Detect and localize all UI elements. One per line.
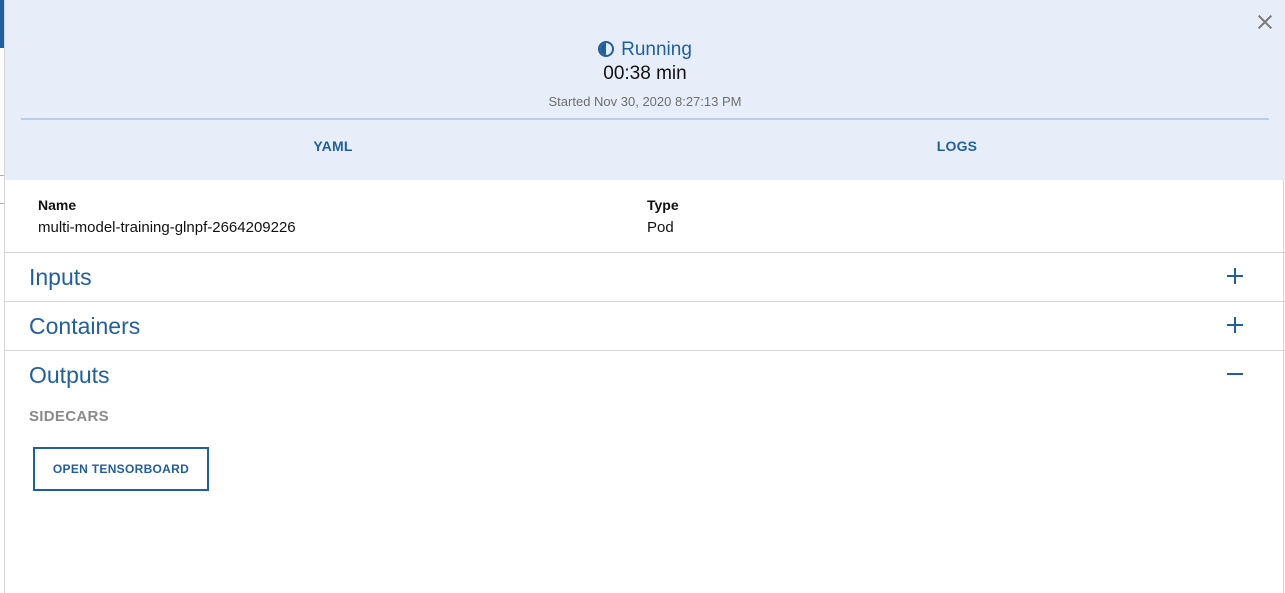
status-line: Running <box>5 38 1285 62</box>
minus-icon[interactable] <box>1227 366 1243 382</box>
type-value: Pod <box>647 219 674 236</box>
section-title: Outputs <box>29 362 110 388</box>
node-info: Name multi-model-training-glnpf-26642092… <box>5 180 1285 252</box>
status-label: Running <box>621 39 692 60</box>
open-tensorboard-button[interactable]: OPEN TENSORBOARD <box>33 447 209 491</box>
header-divider <box>21 118 1269 120</box>
tab-yaml[interactable]: YAML <box>21 135 645 157</box>
section-title: Containers <box>29 313 141 339</box>
name-label: Name <box>38 197 77 213</box>
section-containers[interactable]: Containers <box>5 301 1285 350</box>
sidecars-heading: SIDECARS <box>29 408 109 425</box>
section-title: Inputs <box>29 264 92 290</box>
tab-logs[interactable]: LOGS <box>645 135 1269 157</box>
run-duration: 00:38 min <box>603 63 687 84</box>
plus-icon[interactable] <box>1227 317 1243 333</box>
half-circle-status-icon <box>598 41 615 57</box>
section-outputs[interactable]: Outputs <box>5 350 1285 399</box>
panel-header: Running 00:38 min Started Nov 30, 2020 8… <box>5 0 1285 180</box>
type-label: Type <box>647 197 679 213</box>
close-icon[interactable] <box>1255 12 1275 32</box>
name-value: multi-model-training-glnpf-2664209226 <box>38 219 296 236</box>
node-details-panel: Running 00:38 min Started Nov 30, 2020 8… <box>4 0 1285 593</box>
plus-icon[interactable] <box>1227 268 1243 284</box>
started-timestamp: Started Nov 30, 2020 8:27:13 PM <box>548 94 742 109</box>
section-inputs[interactable]: Inputs <box>5 252 1285 301</box>
